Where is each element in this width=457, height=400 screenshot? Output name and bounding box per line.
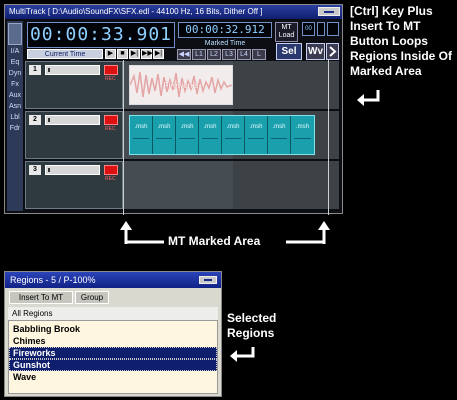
marked-time-label: Marked Time: [204, 40, 246, 47]
locator-l2-button[interactable]: L2: [207, 49, 221, 60]
sidebar-item-fx[interactable]: Fx: [7, 81, 23, 88]
return-arrow-icon: [357, 90, 380, 106]
track-1: 1 REC Fireworks: [25, 61, 339, 109]
track-number: 3: [29, 165, 41, 175]
fast-forward-icon[interactable]: ▶▶: [141, 49, 153, 59]
play-icon[interactable]: ▶: [105, 49, 116, 59]
track-controls: 2 REC: [25, 111, 123, 159]
list-item-selected[interactable]: Fireworks: [9, 347, 217, 359]
current-time-display: 00:00:33.901: [27, 22, 175, 48]
locator-l4-button[interactable]: L4: [237, 49, 251, 60]
region-clip-label: Fireworks: [163, 81, 199, 90]
track-name-field[interactable]: [45, 165, 100, 175]
sidebar-item-eq[interactable]: Eq: [7, 59, 23, 66]
record-label: REC: [105, 126, 116, 132]
loop-segment: .msh: [130, 116, 153, 154]
return-arrow-icon: [230, 347, 255, 362]
track-name-field[interactable]: [45, 115, 100, 125]
multitrack-title: MultiTrack [ D:\Audio\SoundFX\SFX.edl - …: [9, 7, 263, 16]
list-item[interactable]: Wave: [9, 371, 217, 383]
small-display: 00: [302, 22, 315, 36]
locator-l1-button[interactable]: L1: [192, 49, 206, 60]
end-icon[interactable]: ▶|: [153, 49, 164, 59]
insert-to-mt-button[interactable]: Insert To MT: [9, 291, 73, 304]
record-button[interactable]: [104, 115, 118, 125]
marked-area-label: MT Marked Area: [168, 234, 261, 248]
track-3: 3 REC: [25, 161, 339, 209]
regions-window: Regions - 5 / P-100% Insert To MT Group …: [4, 271, 222, 397]
track-controls: 1 REC: [25, 61, 123, 109]
regions-list-header: All Regions: [8, 307, 218, 320]
regions-list-header-label: All Regions: [12, 309, 53, 318]
list-item-selected[interactable]: Gunshot: [9, 359, 217, 371]
locator-l3-button[interactable]: L3: [222, 49, 236, 60]
wv-button[interactable]: Wv: [306, 43, 325, 60]
marked-area-end-line: [328, 60, 329, 215]
sidebar-item-dyn[interactable]: Dyn: [7, 70, 23, 77]
mt-load-button[interactable]: MT Load: [275, 22, 298, 42]
loop-segment: .msh: [268, 116, 291, 154]
record-label: REC: [105, 76, 116, 82]
sidebar-item-fdr[interactable]: Fdr: [7, 125, 23, 132]
regions-title-bar[interactable]: Regions - 5 / P-100%: [5, 272, 221, 288]
minimize-icon[interactable]: [199, 276, 217, 284]
loop-segment: .msh: [199, 116, 222, 154]
track-number: 2: [29, 115, 41, 125]
record-button[interactable]: [104, 165, 118, 175]
list-item[interactable]: Chimes: [9, 335, 217, 347]
list-item[interactable]: Babbling Brook: [9, 323, 217, 335]
record-label: REC: [105, 176, 116, 182]
marked-time-display: 00:00:32.912: [178, 22, 272, 38]
loop-segment: .msh: [291, 116, 314, 154]
mixer-sidebar: I/A Eq Dyn Fx Aux Asn Lbl Fdr: [7, 21, 23, 211]
regions-title: Regions - 5 / P-100%: [10, 275, 96, 285]
current-time-label: Current Time: [27, 49, 103, 59]
sel-button[interactable]: Sel: [276, 43, 302, 60]
selected-regions-note: Selected Regions: [227, 311, 277, 340]
multitrack-window: MultiTrack [ D:\Audio\SoundFX\SFX.edl - …: [4, 4, 343, 215]
sidebar-item-aux[interactable]: Aux: [7, 92, 23, 99]
ctrl-key-note: [Ctrl] Key Plus Insert To MT Button Loop…: [350, 4, 453, 78]
track-number: 1: [29, 65, 41, 75]
minimize-icon[interactable]: [318, 7, 340, 16]
loop-segment: .msh: [222, 116, 245, 154]
track-2: 2 REC .msh .msh .msh .msh .msh .msh .msh…: [25, 111, 339, 159]
sidebar-tab[interactable]: [8, 23, 22, 45]
regions-list[interactable]: Babbling Brook Chimes Fireworks Gunshot …: [8, 320, 218, 394]
small-display-indicator-2: [327, 22, 339, 36]
chevron-right-icon[interactable]: [326, 43, 339, 60]
sidebar-item-asn[interactable]: Asn: [7, 103, 23, 110]
skip-forward-icon[interactable]: ▶|: [129, 49, 140, 59]
marked-area: [123, 161, 233, 209]
stop-icon[interactable]: ■: [117, 49, 128, 59]
sidebar-item-ia[interactable]: I/A: [7, 48, 23, 55]
marked-area-start-line: [123, 60, 124, 215]
region-clip-fireworks[interactable]: Fireworks: [129, 65, 233, 105]
group-button[interactable]: Group: [75, 291, 109, 304]
loop-segment: .msh: [245, 116, 268, 154]
track-controls: 3 REC: [25, 161, 123, 209]
sidebar-item-lbl[interactable]: Lbl: [7, 114, 23, 121]
region-clip-gunshot[interactable]: .msh .msh .msh .msh .msh .msh .msh .msh: [129, 115, 315, 155]
track-name-field[interactable]: [45, 65, 100, 75]
multitrack-title-bar[interactable]: MultiTrack [ D:\Audio\SoundFX\SFX.edl - …: [5, 5, 342, 19]
rewind-icon[interactable]: ◀◀: [177, 49, 191, 60]
locator-l-button[interactable]: L: [252, 49, 266, 60]
loop-segment: .msh: [153, 116, 176, 154]
small-display-indicator: [317, 22, 325, 36]
record-button[interactable]: [104, 65, 118, 75]
loop-segment: .msh: [176, 116, 199, 154]
